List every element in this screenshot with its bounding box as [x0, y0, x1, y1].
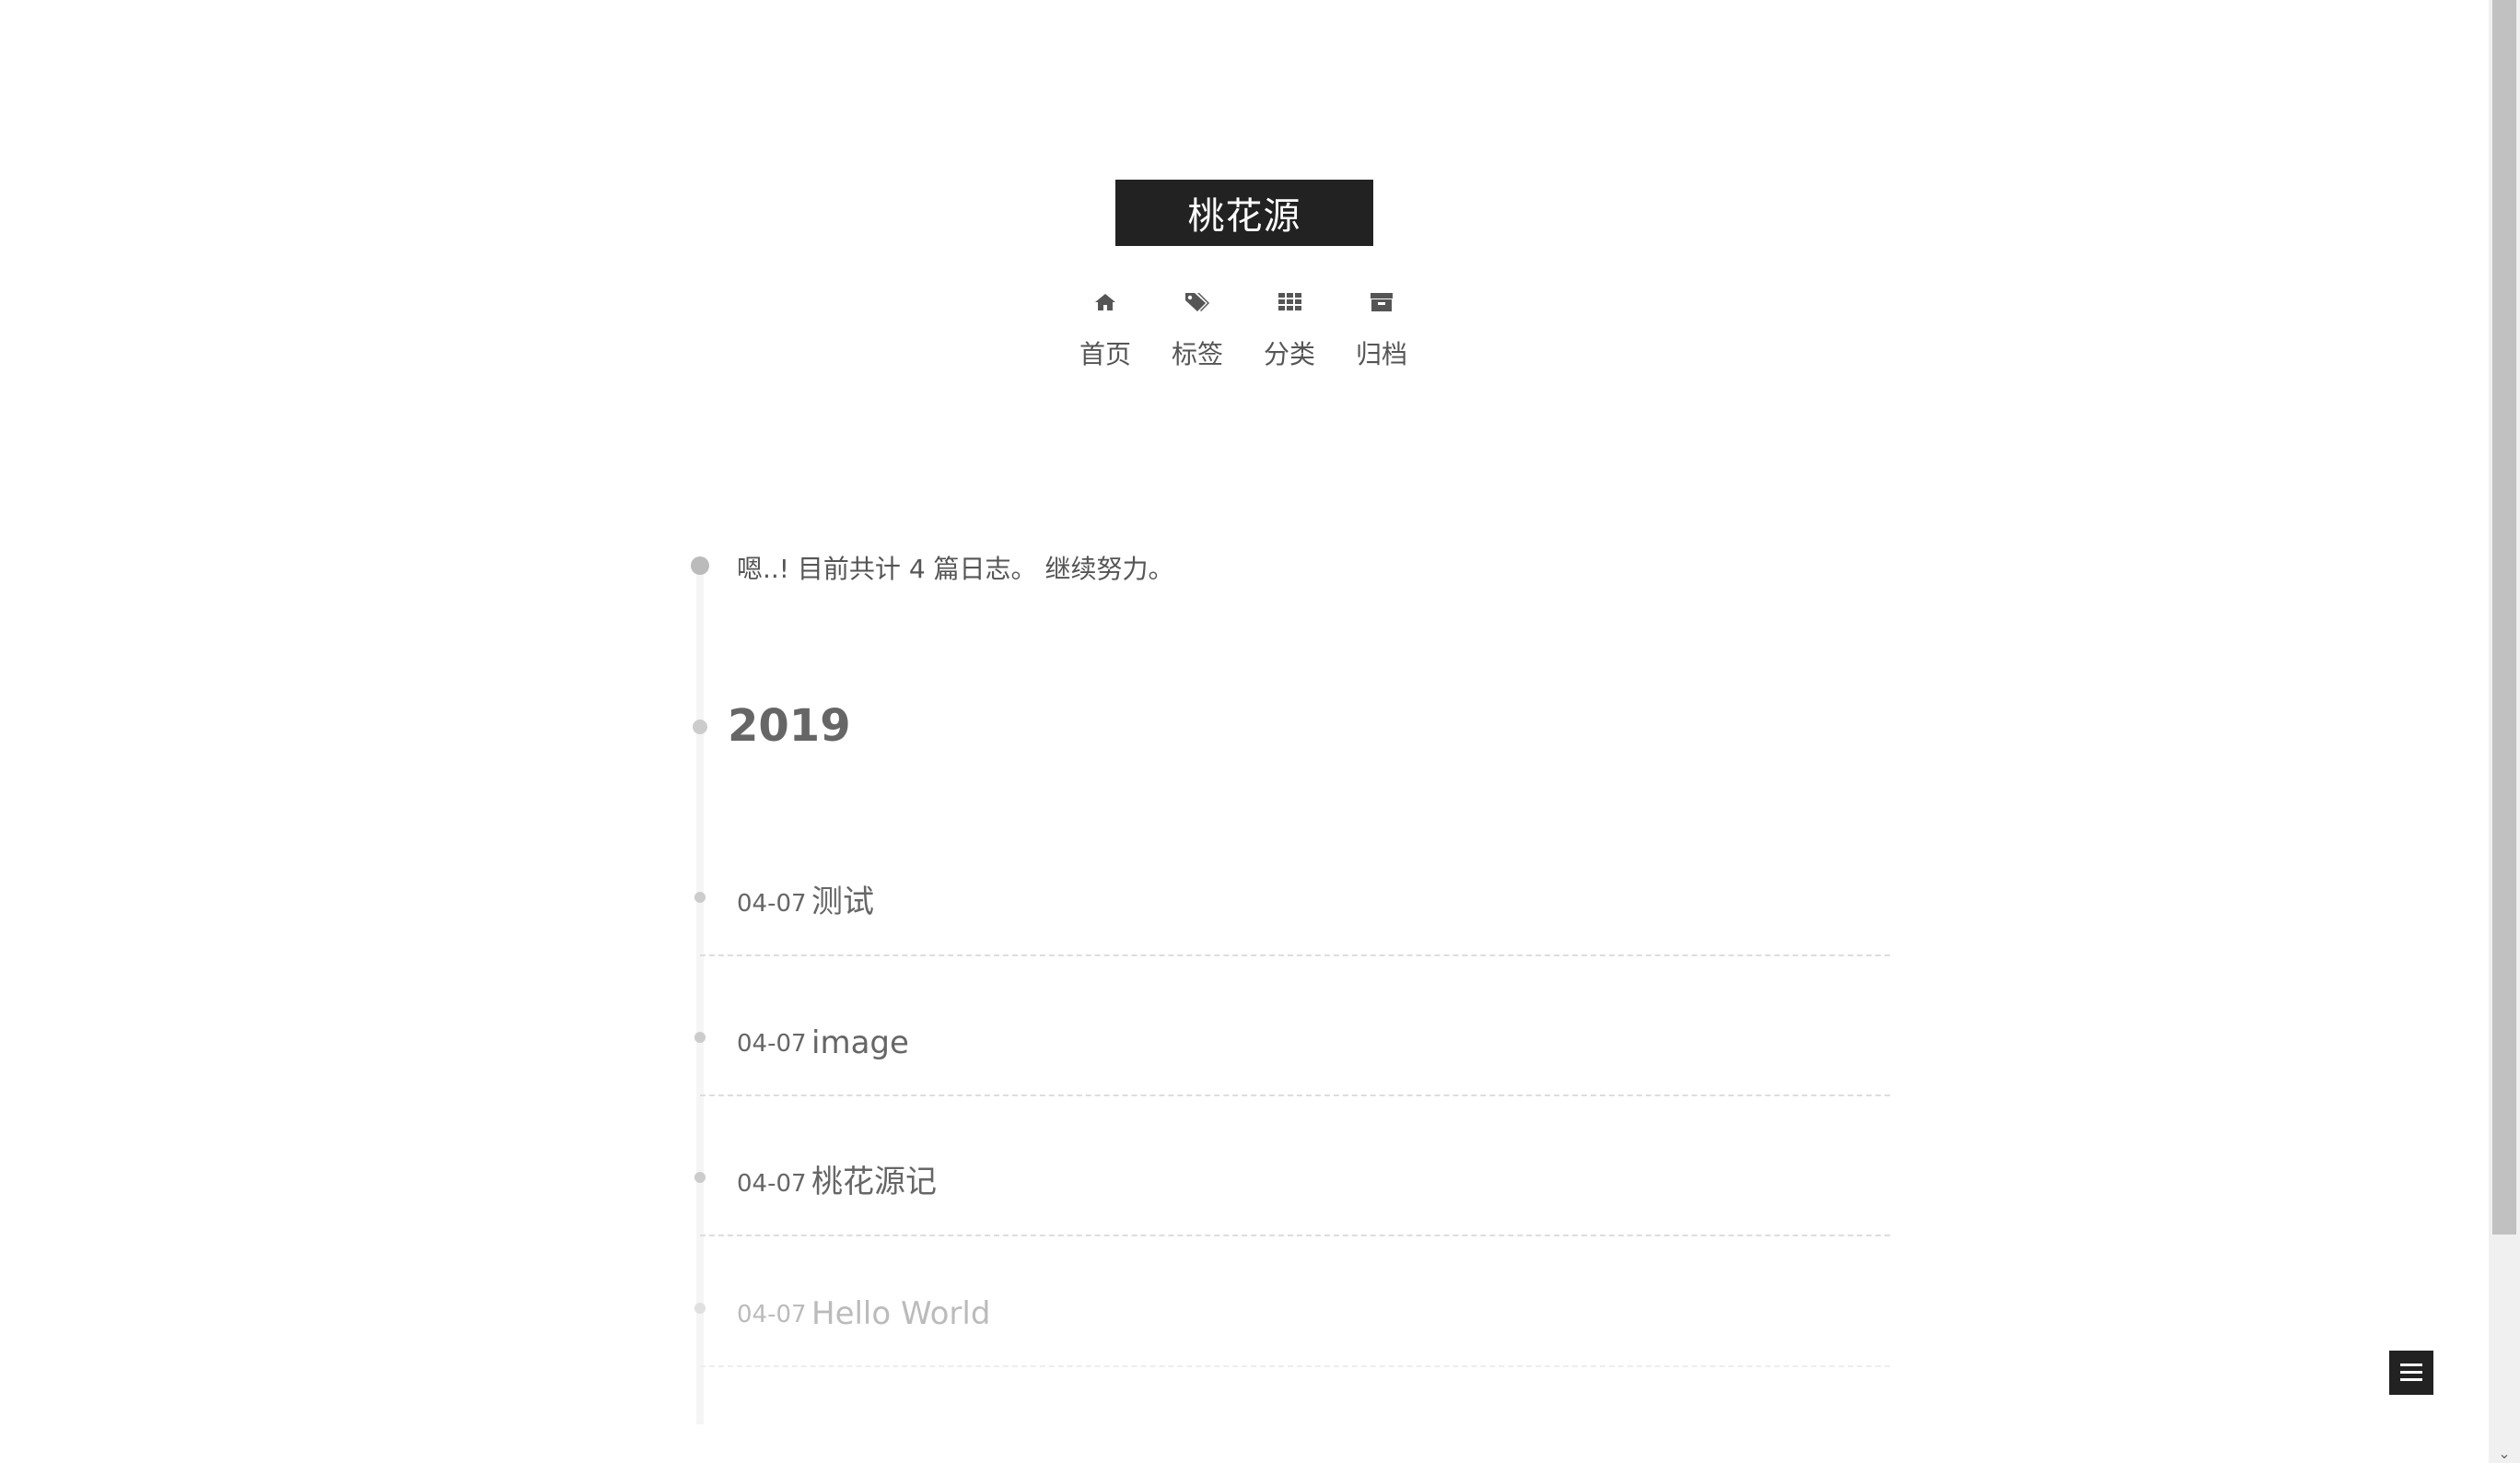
nav-item-archives-label: 归档 [1355, 339, 1407, 369]
archive-summary: 嗯..! 目前共计 4 篇日志。 继续努力。 [737, 554, 1174, 584]
nav-item-home-label: 首页 [1079, 339, 1131, 369]
nav-item-home[interactable]: 首页 [1059, 290, 1151, 371]
post-title-link[interactable]: Hello World [811, 1295, 990, 1332]
post-item[interactable]: 04-07 桃花源记 [700, 1161, 1890, 1236]
post-title-link[interactable]: 桃花源记 [811, 1156, 937, 1201]
th-icon [1243, 290, 1336, 327]
post-title-link[interactable]: image [811, 1024, 909, 1061]
nav-item-tags[interactable]: 标签 [1151, 290, 1243, 371]
post-item[interactable]: 04-07 测试 [700, 881, 1890, 956]
post-item[interactable]: 04-07 Hello World [700, 1292, 1890, 1367]
timeline-dot [693, 720, 707, 734]
archive-year: 2019 [728, 700, 851, 752]
home-icon [1059, 290, 1151, 327]
scroll-down-icon[interactable]: ⌄ [2489, 1445, 2520, 1463]
post-date: 04-07 [737, 1170, 807, 1198]
hamburger-icon-bar [2400, 1378, 2422, 1381]
timeline-dot [691, 556, 709, 575]
post-date: 04-07 [737, 1301, 807, 1328]
nav-item-categories[interactable]: 分类 [1243, 290, 1336, 371]
vertical-scrollbar[interactable]: ⌄ [2489, 0, 2520, 1463]
post-date: 04-07 [737, 1030, 807, 1058]
sidebar-toggle-button[interactable] [2389, 1351, 2433, 1395]
tags-icon [1151, 290, 1243, 327]
post-item[interactable]: 04-07 image [700, 1021, 1890, 1096]
archive-icon [1336, 290, 1428, 327]
scrollbar-thumb[interactable] [2492, 0, 2516, 1235]
nav-item-categories-label: 分类 [1263, 339, 1315, 369]
post-date: 04-07 [737, 890, 807, 918]
site-title[interactable]: 桃花源 [1115, 180, 1373, 246]
post-title-link[interactable]: 测试 [811, 876, 874, 921]
site-title-text: 桃花源 [1187, 195, 1301, 238]
main-nav: 首页 标签 分类 归档 [1059, 290, 1428, 382]
nav-item-tags-label: 标签 [1171, 339, 1223, 369]
page: 桃花源 首页 标签 分类 归档 嗯..! 目前共计 4 篇日志。 继续努力。 2… [0, 0, 2520, 1463]
nav-item-archives[interactable]: 归档 [1336, 290, 1428, 371]
hamburger-icon [2400, 1364, 2422, 1366]
hamburger-icon-bar [2400, 1371, 2422, 1374]
